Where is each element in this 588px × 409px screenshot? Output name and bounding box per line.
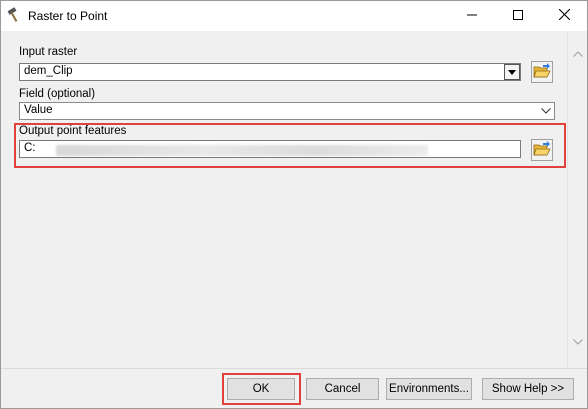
- redacted-path: [56, 145, 428, 156]
- cancel-button[interactable]: Cancel: [306, 378, 379, 400]
- dropdown-arrow-icon: [508, 66, 516, 78]
- show-help-button[interactable]: Show Help >>: [482, 378, 574, 400]
- title-bar[interactable]: Raster to Point: [1, 1, 587, 31]
- environments-button[interactable]: Environments...: [386, 378, 472, 400]
- open-folder-icon: [533, 62, 551, 82]
- close-icon: [558, 8, 570, 23]
- tool-dialog: Raster to Point Input raster dem_Clip Fi…: [0, 0, 588, 409]
- output-label: Output point features: [19, 125, 127, 137]
- field-label: Field (optional): [19, 88, 96, 100]
- vertical-scrollbar[interactable]: [567, 31, 587, 368]
- minimize-icon: [467, 9, 477, 23]
- input-raster-value: dem_Clip: [24, 65, 73, 77]
- minimize-button[interactable]: [449, 1, 495, 31]
- output-value: C:: [24, 142, 36, 154]
- maximize-button[interactable]: [495, 1, 541, 31]
- chevron-down-icon: [541, 105, 551, 117]
- open-folder-icon: [533, 140, 551, 160]
- field-select[interactable]: Value: [19, 102, 555, 120]
- input-raster-label: Input raster: [19, 46, 78, 58]
- ok-button[interactable]: OK: [227, 378, 295, 400]
- input-raster-combobox[interactable]: dem_Clip: [19, 63, 521, 81]
- scroll-up-icon[interactable]: [573, 49, 583, 59]
- hammer-icon: [7, 7, 23, 23]
- parameters-panel: Input raster dem_Clip Field (optional) V…: [1, 31, 567, 368]
- output-features-input[interactable]: C:: [19, 140, 521, 158]
- input-raster-dropdown-button[interactable]: [504, 64, 520, 80]
- scroll-down-icon[interactable]: [573, 337, 583, 347]
- input-raster-browse-button[interactable]: [531, 61, 553, 83]
- maximize-icon: [513, 9, 523, 23]
- output-browse-button[interactable]: [531, 139, 553, 161]
- field-dropdown-button[interactable]: [538, 103, 554, 119]
- close-button[interactable]: [541, 1, 587, 31]
- dialog-footer: OK Cancel Environments... Show Help >>: [1, 368, 587, 408]
- window-title: Raster to Point: [28, 9, 108, 23]
- field-value: Value: [24, 104, 53, 116]
